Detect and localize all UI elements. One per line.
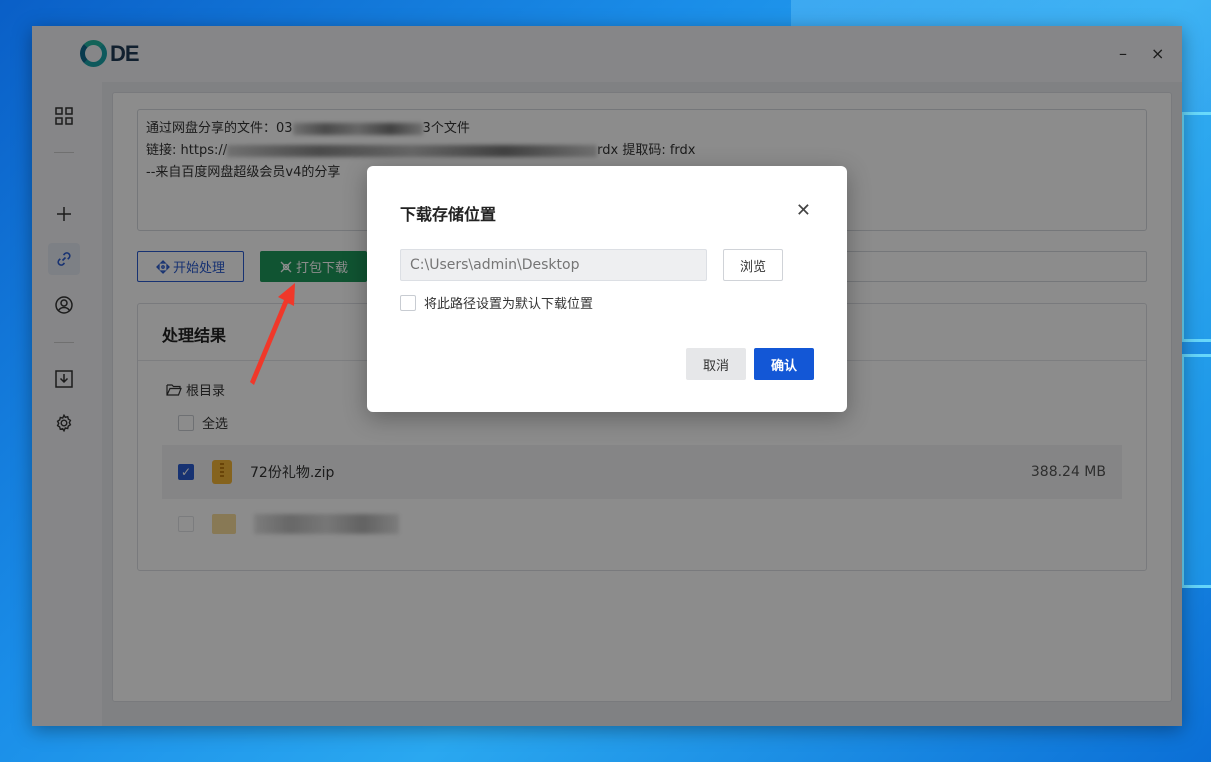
download-path-input[interactable]	[400, 249, 707, 281]
set-default-option[interactable]: 将此路径设置为默认下载位置	[400, 293, 593, 312]
dialog-title: 下载存储位置	[400, 205, 497, 224]
close-icon[interactable]: ✕	[796, 200, 811, 221]
desktop-window-edge	[1181, 354, 1211, 588]
browse-button[interactable]: 浏览	[723, 249, 783, 281]
app-window: DE – × 通过网盘分享的文件：03 3个文件 链接: https:// rd…	[32, 26, 1182, 726]
desktop-window-edge	[1181, 112, 1211, 342]
download-location-dialog: 下载存储位置 ✕ 浏览 将此路径设置为默认下载位置 取消 确认	[367, 166, 847, 412]
confirm-button[interactable]: 确认	[754, 348, 814, 380]
set-default-checkbox[interactable]	[400, 294, 416, 311]
set-default-label: 将此路径设置为默认下载位置	[424, 297, 594, 312]
cancel-button[interactable]: 取消	[686, 348, 746, 380]
